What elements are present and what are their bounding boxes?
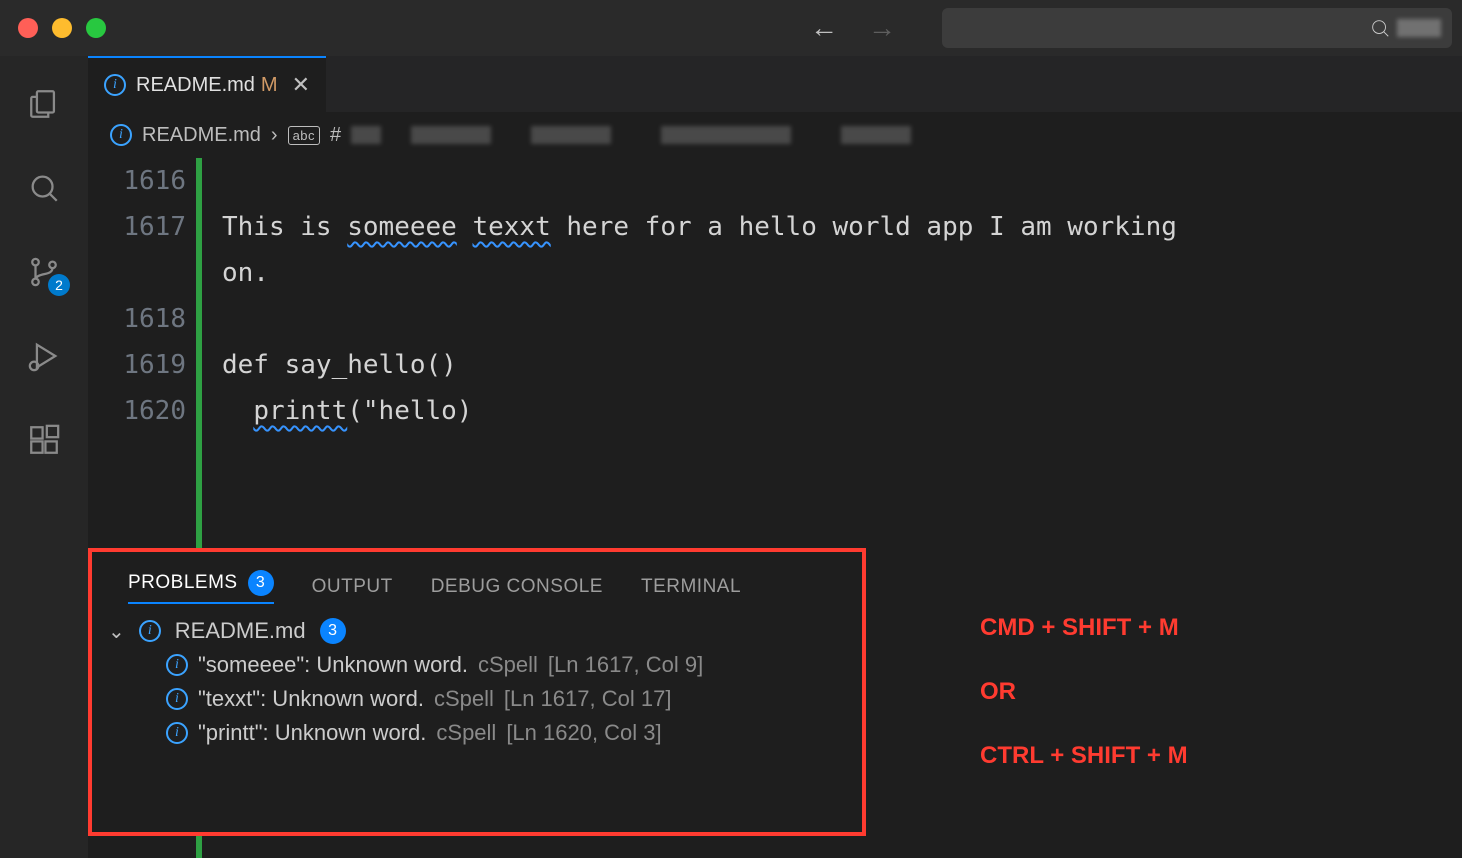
panel-tab-label: DEBUG CONSOLE — [431, 576, 603, 598]
annotation-line: CMD + SHIFT + M — [980, 596, 1188, 660]
problem-source: cSpell — [434, 686, 494, 712]
command-search-input[interactable] — [942, 8, 1452, 48]
breadcrumb-filename: README.md — [142, 124, 261, 147]
keyboard-shortcut-annotation: CMD + SHIFT + M OR CTRL + SHIFT + M — [980, 596, 1188, 788]
annotation-line: OR — [980, 660, 1188, 724]
problem-source: cSpell — [436, 720, 496, 746]
problem-message: "printt": Unknown word. — [198, 720, 426, 746]
tab-filename: README.md — [136, 74, 255, 97]
window-controls — [18, 18, 106, 38]
search-view-button[interactable] — [24, 168, 64, 208]
problem-location: [Ln 1617, Col 17] — [504, 686, 672, 712]
extensions-icon — [27, 423, 61, 457]
tab-debug-console[interactable]: DEBUG CONSOLE — [431, 576, 603, 598]
nav-forward-button[interactable]: → — [868, 12, 896, 44]
info-icon: i — [166, 654, 188, 676]
problems-count-badge: 3 — [248, 570, 274, 596]
problem-item[interactable]: i "printt": Unknown word. cSpell [Ln 162… — [92, 716, 862, 750]
problem-location: [Ln 1620, Col 3] — [506, 720, 661, 746]
panel-tab-label: TERMINAL — [641, 576, 741, 598]
minimize-window-button[interactable] — [52, 18, 72, 38]
play-bug-icon — [27, 339, 61, 373]
annotation-line: CTRL + SHIFT + M — [980, 724, 1188, 788]
info-icon: i — [166, 722, 188, 744]
editor-tab-bar: i README.md M ✕ — [88, 56, 1462, 112]
problems-panel: PROBLEMS 3 OUTPUT DEBUG CONSOLE TERMINAL… — [88, 548, 866, 836]
close-window-button[interactable] — [18, 18, 38, 38]
chevron-down-icon: ⌄ — [108, 619, 125, 644]
activity-bar: 2 — [0, 56, 88, 858]
problem-filename: README.md — [175, 618, 306, 644]
nav-back-button[interactable]: ← — [810, 12, 838, 44]
breadcrumb-obscured — [351, 126, 1440, 144]
problem-message: "someeee": Unknown word. — [198, 652, 468, 678]
problem-file-row[interactable]: ⌄ i README.md 3 — [92, 614, 862, 648]
history-nav: ← → — [810, 12, 896, 44]
problem-item[interactable]: i "texxt": Unknown word. cSpell [Ln 1617… — [92, 682, 862, 716]
file-problems-count-badge: 3 — [320, 618, 346, 644]
panel-tab-label: PROBLEMS — [128, 572, 238, 594]
info-icon: i — [166, 688, 188, 710]
extensions-view-button[interactable] — [24, 420, 64, 460]
explorer-view-button[interactable] — [24, 84, 64, 124]
breadcrumb[interactable]: i README.md › abc # — [88, 112, 1462, 158]
problem-source: cSpell — [478, 652, 538, 678]
close-icon[interactable]: ✕ — [288, 72, 310, 98]
chevron-right-icon: › — [271, 124, 278, 147]
string-icon: abc — [288, 126, 320, 145]
tab-output[interactable]: OUTPUT — [312, 576, 393, 598]
info-icon: i — [139, 620, 161, 642]
problem-location: [Ln 1617, Col 9] — [548, 652, 703, 678]
titlebar: ← → — [0, 0, 1462, 56]
run-debug-view-button[interactable] — [24, 336, 64, 376]
tab-modified-marker: M — [261, 74, 278, 97]
search-icon — [1369, 17, 1391, 39]
tab-problems[interactable]: PROBLEMS 3 — [128, 570, 274, 604]
files-icon — [27, 87, 61, 121]
tab-terminal[interactable]: TERMINAL — [641, 576, 741, 598]
search-icon — [27, 171, 61, 205]
panel-tab-label: OUTPUT — [312, 576, 393, 598]
source-control-view-button[interactable]: 2 — [24, 252, 64, 292]
search-placeholder-blur — [1397, 19, 1441, 37]
breadcrumb-symbol: # — [330, 124, 341, 147]
info-icon: i — [104, 74, 126, 96]
tab-readme[interactable]: i README.md M ✕ — [88, 56, 326, 112]
info-icon: i — [110, 124, 132, 146]
problem-message: "texxt": Unknown word. — [198, 686, 424, 712]
problem-item[interactable]: i "someeee": Unknown word. cSpell [Ln 16… — [92, 648, 862, 682]
zoom-window-button[interactable] — [86, 18, 106, 38]
scm-badge: 2 — [48, 274, 70, 296]
